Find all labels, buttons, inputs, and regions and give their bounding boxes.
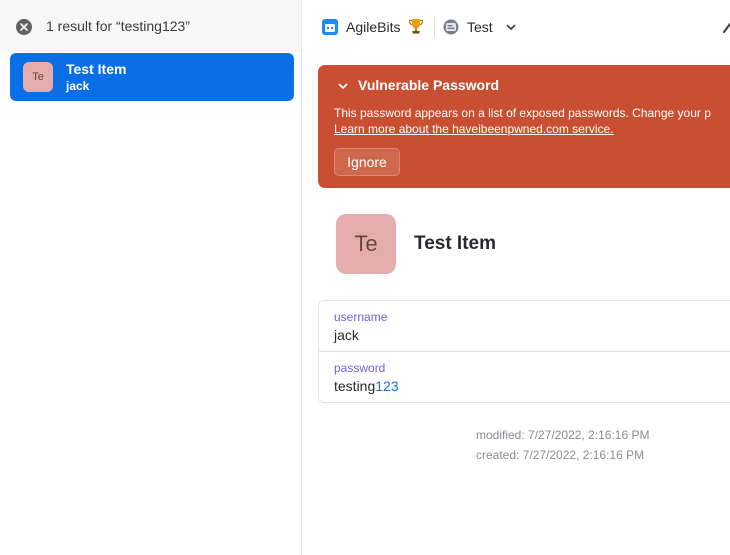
created-text: created: 7/27/2022, 2:16:16 PM (476, 448, 645, 462)
account-icon[interactable] (322, 19, 338, 35)
list-item-title: Test Item (66, 61, 127, 77)
field-label: password (334, 361, 386, 375)
modified-text: modified: 7/27/2022, 2:16:16 PM (476, 428, 650, 442)
field-value: jack (334, 327, 359, 343)
field-label: username (334, 310, 388, 324)
search-results-header: 1 result for “testing123” (0, 0, 301, 52)
vault-icon[interactable] (443, 19, 459, 35)
search-result-count: 1 result for “testing123” (46, 18, 190, 34)
password-digits: 123 (375, 378, 399, 394)
account-name[interactable]: AgileBits (346, 19, 400, 35)
item-avatar: Te (23, 62, 53, 92)
toolbar-divider (434, 17, 435, 37)
list-item-subtitle: jack (66, 79, 90, 93)
item-list-pane: 1 result for “testing123” Te Test Item j… (0, 0, 302, 555)
learn-more-link[interactable]: Learn more about the haveibeenpwned.com … (334, 122, 614, 136)
username-field[interactable]: username jack (319, 301, 730, 352)
alert-message: This password appears on a list of expos… (334, 106, 711, 120)
trophy-icon (408, 19, 424, 34)
collapse-chevron-icon[interactable] (337, 80, 349, 92)
list-item[interactable]: Te Test Item jack (10, 53, 294, 101)
alert-title: Vulnerable Password (358, 77, 500, 93)
password-letters: testing (334, 378, 376, 394)
ignore-button[interactable]: Ignore (334, 148, 400, 176)
item-avatar-large: Te (336, 214, 396, 274)
vulnerable-password-banner: Vulnerable Password This password appear… (318, 65, 730, 188)
item-title: Test Item (414, 233, 497, 254)
clear-search-icon[interactable] (16, 19, 32, 35)
app-window: 1 result for “testing123” Te Test Item j… (0, 0, 730, 555)
password-value: testing123 (334, 378, 399, 394)
item-fields: username jack password testing123 (318, 300, 730, 403)
toolbar-action-icon[interactable] (722, 21, 730, 33)
item-detail-pane: AgileBits Test Vulnerable Password This … (302, 0, 730, 555)
password-field[interactable]: password testing123 (319, 352, 730, 402)
detail-toolbar: AgileBits Test (302, 0, 730, 54)
chevron-down-icon[interactable] (505, 21, 517, 33)
vault-name[interactable]: Test (467, 19, 493, 35)
